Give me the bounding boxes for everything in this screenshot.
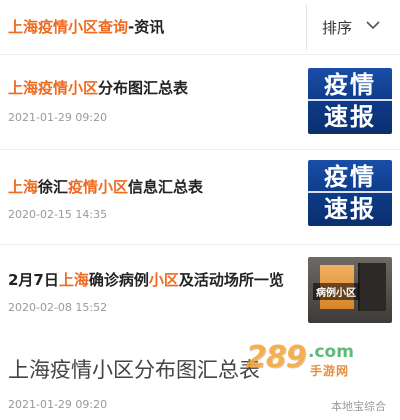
article-date: 2020-02-15 14:35 [8,208,108,221]
title-keyword: 上海疫情小区 [8,79,99,97]
featured-title[interactable]: 上海疫情小区分布图汇总表 [8,354,260,384]
title-text: 徐汇 [38,178,69,196]
article-title[interactable]: 上海疫情小区分布图汇总表 [8,77,188,98]
page-title-suffix: -资讯 [128,18,165,36]
thumb-divider [308,191,392,193]
page-title-keyword: 上海疫情小区查询 [8,18,129,36]
sort-button[interactable]: 排序 [322,17,352,38]
title-text: 2月7日 [8,271,59,289]
thumb-line-1: 疫情 [324,163,376,191]
title-text: 及活动场所一览 [178,271,284,289]
list-header: 上海疫情小区查询-资讯 排序 [0,0,400,55]
watermark-subtitle: 手游网 [310,364,350,378]
article-title[interactable]: 上海徐汇疫情小区信息汇总表 [8,176,203,197]
article-date: 2021-01-29 09:20 [8,111,108,124]
article-thumbnail[interactable]: 病例小区 [308,257,392,323]
thumb-line-2: 速报 [324,195,376,223]
title-text: 分布图汇总表 [98,79,189,97]
article-date: 2020-02-08 15:52 [8,301,108,314]
thumb-caption: 病例小区 [313,283,359,300]
title-keyword: 小区 [148,271,179,289]
thumb-door [358,263,386,311]
article-item[interactable]: 上海徐汇疫情小区信息汇总表 2020-02-15 14:35 疫情 速报 [0,150,400,245]
title-text: 信息汇总表 [128,178,204,196]
article-item[interactable]: 上海疫情小区分布图汇总表 2021-01-29 09:20 疫情 速报 [0,55,400,150]
header-divider [306,4,307,50]
page-title: 上海疫情小区查询-资讯 [8,16,164,37]
chevron-down-icon[interactable] [366,19,380,31]
thumb-line-2: 速报 [324,103,376,131]
article-item[interactable]: 2月7日上海确诊病例小区及活动场所一览 2020-02-08 15:52 病例小… [0,245,400,327]
title-text: 确诊病例 [88,271,149,289]
watermark-number: 289 [246,340,307,375]
article-thumbnail[interactable]: 疫情 速报 [308,160,392,226]
featured-date: 2021-01-29 09:20 [8,398,108,411]
site-watermark: 289 .com 手游网 [246,340,366,384]
article-thumbnail[interactable]: 疫情 速报 [308,68,392,134]
thumb-divider [308,99,392,101]
title-keyword: 上海 [58,271,89,289]
watermark-domain: .com [308,342,354,362]
title-keyword: 上海 [8,178,39,196]
thumb-line-1: 疫情 [324,71,376,99]
article-title[interactable]: 2月7日上海确诊病例小区及活动场所一览 [8,269,284,290]
featured-source: 本地宝综合 [331,400,386,413]
title-keyword: 疫情小区 [68,178,129,196]
